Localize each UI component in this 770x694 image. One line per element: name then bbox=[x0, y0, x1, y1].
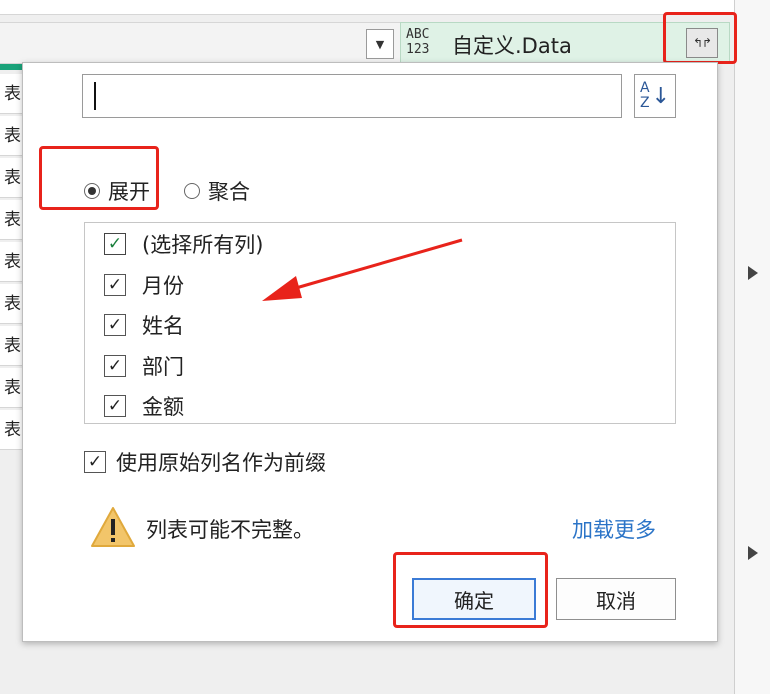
table-row[interactable]: 表 bbox=[0, 158, 24, 198]
mode-aggregate-option[interactable]: 聚合 bbox=[184, 176, 250, 206]
list-item-department[interactable]: ✓ 部门 bbox=[104, 349, 184, 383]
right-side-panel bbox=[734, 0, 770, 694]
name-checkbox[interactable]: ✓ bbox=[104, 314, 126, 336]
list-item-label: 姓名 bbox=[142, 314, 184, 338]
table-row[interactable]: 表 bbox=[0, 74, 24, 114]
sort-az-button[interactable]: A Z ↓ bbox=[634, 74, 676, 118]
column-search-input[interactable] bbox=[82, 74, 622, 118]
column-title: 自定义.Data bbox=[452, 34, 572, 58]
department-checkbox[interactable]: ✓ bbox=[104, 355, 126, 377]
expand-panel-arrow-icon[interactable] bbox=[748, 266, 758, 280]
sort-icon-a: A bbox=[639, 80, 650, 96]
use-prefix-checkbox[interactable]: ✓ bbox=[84, 451, 106, 473]
use-prefix-option[interactable]: ✓ 使用原始列名作为前缀 bbox=[84, 446, 326, 478]
warning-icon bbox=[91, 507, 135, 547]
selected-column-indicator bbox=[0, 64, 22, 70]
sort-down-arrow-icon: ↓ bbox=[651, 83, 671, 109]
sort-az-icon: A Z bbox=[640, 81, 650, 111]
expand-panel-arrow-icon[interactable] bbox=[748, 546, 758, 560]
table-row[interactable]: 表 bbox=[0, 242, 24, 282]
month-checkbox[interactable]: ✓ bbox=[104, 274, 126, 296]
select-all-checkbox[interactable]: ✓ bbox=[104, 233, 126, 255]
column-header-area bbox=[0, 22, 400, 64]
list-item-select-all[interactable]: ✓ (选择所有列) bbox=[104, 227, 263, 261]
list-item-amount[interactable]: ✓ 金额 bbox=[104, 389, 184, 423]
text-cursor bbox=[94, 82, 96, 110]
list-item-label: 金额 bbox=[142, 395, 184, 419]
annotation-highlight-expand-mode bbox=[39, 146, 159, 210]
list-item-name[interactable]: ✓ 姓名 bbox=[104, 308, 184, 342]
type-icon-bottom: 123 bbox=[406, 42, 430, 57]
list-item-month[interactable]: ✓ 月份 bbox=[104, 268, 184, 302]
table-row[interactable]: 表 bbox=[0, 410, 24, 450]
annotation-highlight-expand bbox=[663, 12, 737, 64]
cancel-button[interactable]: 取消 bbox=[556, 578, 676, 620]
column-filter-dropdown-icon[interactable]: ▼ bbox=[366, 29, 394, 59]
list-item-label: (选择所有列) bbox=[142, 233, 264, 257]
table-row[interactable]: 表 bbox=[0, 368, 24, 408]
type-icon-top: ABC bbox=[406, 27, 430, 42]
aggregate-radio[interactable] bbox=[184, 183, 200, 199]
list-item-label: 月份 bbox=[142, 274, 184, 298]
load-more-link[interactable]: 加载更多 bbox=[572, 514, 656, 544]
table-row[interactable]: 表 bbox=[0, 284, 24, 324]
table-row[interactable]: 表 bbox=[0, 326, 24, 366]
any-type-icon[interactable]: ABC 123 bbox=[406, 27, 442, 59]
list-item-label: 部门 bbox=[142, 355, 184, 379]
sort-icon-z: Z bbox=[639, 95, 650, 111]
table-row[interactable]: 表 bbox=[0, 116, 24, 156]
grid-top-strip bbox=[0, 0, 770, 15]
table-row[interactable]: 表 bbox=[0, 200, 24, 240]
annotation-highlight-ok bbox=[393, 552, 548, 628]
amount-checkbox[interactable]: ✓ bbox=[104, 395, 126, 417]
use-prefix-label: 使用原始列名作为前缀 bbox=[116, 451, 326, 475]
incomplete-list-warning: 列表可能不完整。 bbox=[146, 518, 314, 542]
aggregate-label: 聚合 bbox=[208, 180, 250, 204]
